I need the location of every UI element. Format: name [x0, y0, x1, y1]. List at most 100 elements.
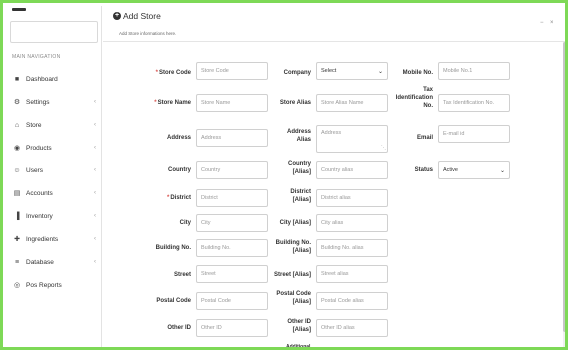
hamburger-icon[interactable] [12, 8, 26, 11]
district-label: *District [166, 195, 191, 201]
sidebar-search-input[interactable] [10, 21, 98, 43]
dashboard-icon: ■ [14, 75, 20, 83]
address-input[interactable]: Address [196, 129, 268, 147]
address-alias-textarea[interactable]: Address ⋱ [316, 125, 388, 153]
city-label: City [179, 220, 191, 226]
additional-label: Additional [286, 344, 311, 350]
page-subtitle: Add Store informations here. [119, 31, 177, 36]
store-icon: ⌂ [14, 121, 20, 129]
chevron-down-icon: ⌄ [499, 168, 505, 174]
company-label: Company [283, 70, 311, 76]
store-code-input[interactable]: Store Code [196, 62, 268, 80]
street-input[interactable]: Street [196, 265, 268, 283]
country-alias-label: Country [Alias] [288, 161, 311, 175]
store-name-input[interactable]: Store Name [196, 94, 268, 112]
address-label: Address [166, 135, 191, 141]
street-alias-input[interactable]: Street alias [316, 265, 388, 283]
other-id-label: Other ID [167, 325, 191, 331]
building-no-input[interactable]: Building No. [196, 239, 268, 257]
country-input[interactable]: Country [196, 161, 268, 179]
sidebar-item-inventory[interactable]: ▐ Inventory ‹ [12, 209, 98, 223]
store-alias-label: Store Alias [279, 100, 311, 106]
nav-section-title: MAIN NAVIGATION [12, 54, 61, 60]
sidebar-item-label: Products [26, 144, 52, 152]
email-label: Email [416, 135, 433, 141]
building-alias-label: Building No. [Alias] [275, 240, 311, 254]
database-icon: ≡ [14, 258, 20, 266]
sidebar-item-dashboard[interactable]: ■ Dashboard [12, 72, 98, 86]
city-alias-input[interactable]: City alias [316, 214, 388, 232]
sidebar-item-label: Inventory [26, 212, 53, 220]
district-input[interactable]: District [196, 189, 268, 207]
sidebar-item-products[interactable]: ◉ Products ‹ [12, 141, 98, 155]
ingredients-icon: ✚ [14, 236, 20, 243]
sidebar-item-label: Settings [26, 98, 50, 106]
users-icon: ☺ [13, 166, 21, 174]
sidebar-item-users[interactable]: ☺ Users ‹ [12, 163, 98, 177]
district-alias-label: District [Alias] [290, 189, 311, 203]
screenshot-frame: MAIN NAVIGATION ■ Dashboard ⚙ Settings ‹… [0, 0, 568, 350]
chevron-left-icon: ‹ [94, 167, 96, 173]
district-alias-input[interactable]: District alias [316, 189, 388, 207]
close-button[interactable]: × [550, 20, 554, 26]
sidebar-item-ingredients[interactable]: ✚ Ingredients ‹ [12, 232, 98, 246]
panel-header: + Add Store Add Store informations here.… [103, 6, 565, 42]
company-selected-value: Select [321, 68, 337, 74]
sidebar-item-label: Dashboard [26, 75, 58, 83]
sidebar-item-accounts[interactable]: ▤ Accounts ‹ [12, 186, 98, 200]
status-label: Status [414, 167, 433, 173]
sidebar-item-settings[interactable]: ⚙ Settings ‹ [12, 95, 98, 109]
city-input[interactable]: City [196, 214, 268, 232]
building-alias-input[interactable]: Building No. alias [316, 239, 388, 257]
sidebar-item-label: Pos Reports [26, 281, 62, 289]
building-no-label: Building No. [155, 245, 191, 251]
products-icon: ◉ [13, 145, 21, 152]
sidebar-item-label: Database [26, 258, 54, 266]
chevron-left-icon: ‹ [94, 190, 96, 196]
sidebar-item-label: Users [26, 166, 43, 174]
store-name-label: *Store Name [154, 100, 191, 106]
chevron-left-icon: ‹ [94, 259, 96, 265]
chevron-left-icon: ‹ [94, 122, 96, 128]
gear-icon: ⚙ [13, 99, 21, 106]
sidebar-item-label: Ingredients [26, 235, 59, 243]
sidebar-item-label: Accounts [26, 189, 53, 197]
email-input[interactable]: E-mail id [438, 125, 510, 143]
street-label: Street [173, 272, 191, 278]
sidebar: MAIN NAVIGATION ■ Dashboard ⚙ Settings ‹… [6, 6, 102, 347]
postal-alias-input[interactable]: Postal Code alias [316, 292, 388, 310]
store-alias-input[interactable]: Store Alias Name [316, 94, 388, 112]
scrollbar-thumb[interactable] [563, 42, 565, 332]
add-store-panel: + Add Store Add Store informations here.… [103, 6, 565, 350]
address-alias-label: Address Alias [286, 129, 311, 143]
tax-id-label: Tax Identification No. [395, 87, 433, 109]
other-id-alias-input[interactable]: Other ID alias [316, 319, 388, 337]
chevron-left-icon: ‹ [94, 213, 96, 219]
resize-handle-icon[interactable]: ⋱ [381, 146, 386, 151]
postal-code-input[interactable]: Postal Code [196, 292, 268, 310]
sidebar-item-pos-reports[interactable]: ◎ Pos Reports [12, 278, 98, 292]
company-select[interactable]: Select ⌄ [316, 62, 388, 80]
minimize-button[interactable]: − [540, 20, 544, 26]
country-label: Country [168, 167, 191, 173]
chevron-left-icon: ‹ [94, 236, 96, 242]
mobile-input[interactable]: Mobile No.1 [438, 62, 510, 80]
chevron-left-icon: ‹ [94, 145, 96, 151]
street-alias-label: Street [Alias] [273, 272, 311, 278]
tax-id-input[interactable]: Tax Identification No. [438, 94, 510, 112]
sidebar-item-store[interactable]: ⌂ Store ‹ [12, 118, 98, 132]
accounts-icon: ▤ [13, 190, 21, 197]
status-select[interactable]: Active ⌄ [438, 161, 510, 179]
city-alias-label: City [Alias] [279, 220, 311, 226]
store-code-label: *Store Code [155, 70, 191, 76]
sidebar-item-label: Store [26, 121, 42, 129]
other-id-input[interactable]: Other ID [196, 319, 268, 337]
page-title: Add Store [123, 11, 161, 21]
add-circle-icon: + [113, 12, 121, 20]
other-id-alias-label: Other ID [Alias] [287, 319, 311, 333]
sidebar-item-database[interactable]: ≡ Database ‹ [12, 255, 98, 269]
postal-alias-label: Postal Code [Alias] [276, 291, 311, 305]
country-alias-input[interactable]: Country alias [316, 161, 388, 179]
inventory-icon: ▐ [14, 212, 20, 220]
chevron-left-icon: ‹ [94, 99, 96, 105]
